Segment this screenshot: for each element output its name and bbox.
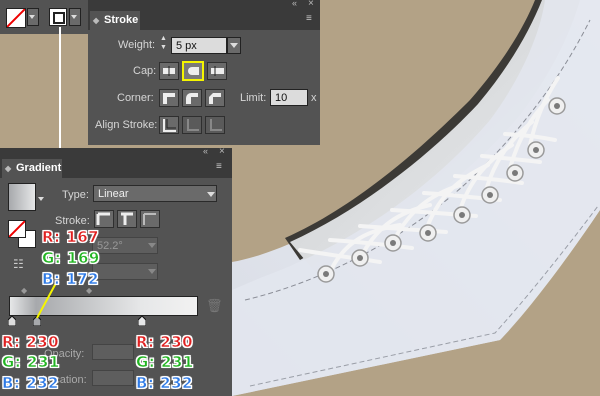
annotation-b-232-right: B: 232 <box>136 374 193 392</box>
annotation-r-230-right: R: 230 <box>136 333 194 351</box>
annotation-g-231-left: G: 231 <box>2 353 60 371</box>
annotation-b-172: B: 172 <box>42 270 99 288</box>
annotation-b-232-left: B: 232 <box>2 374 59 392</box>
location-input[interactable] <box>92 370 134 386</box>
annotation-r-167: R: 167 <box>42 228 100 246</box>
annotation-g-169: G: 169 <box>42 249 100 267</box>
annotation-pointer <box>36 282 57 319</box>
annotation-g-231-right: G: 231 <box>136 353 194 371</box>
annotation-r-230-left: R: 230 <box>2 333 60 351</box>
opacity-input[interactable] <box>92 344 134 360</box>
